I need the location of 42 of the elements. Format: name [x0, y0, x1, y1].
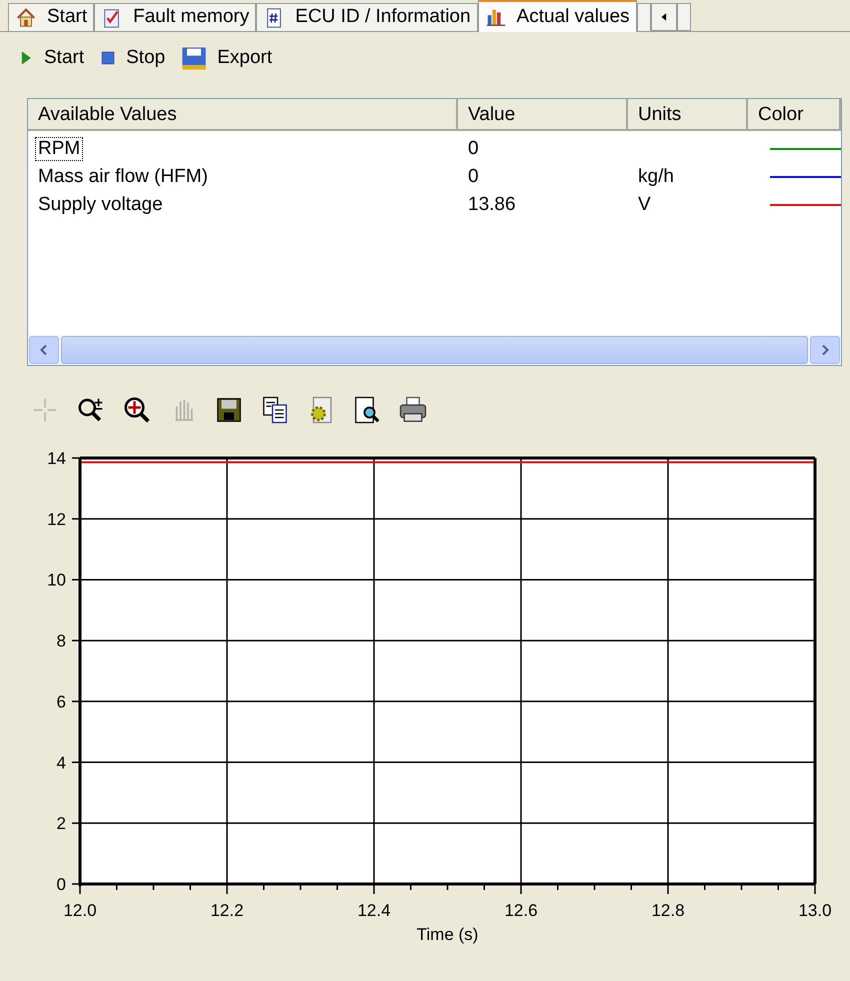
tab[interactable]: ECU ID / Information: [256, 3, 478, 31]
y-tick-label: 0: [56, 875, 66, 894]
x-tick-label: 12.0: [63, 901, 97, 920]
save-icon: [214, 395, 244, 425]
column-header[interactable]: Available Values: [28, 99, 458, 129]
toolbar-button[interactable]: Stop: [98, 44, 166, 72]
y-tick-label: 14: [47, 449, 66, 468]
tab[interactable]: Start: [8, 3, 94, 31]
house-icon: [15, 6, 37, 28]
y-tick-label: 8: [56, 632, 66, 651]
value-cell-text: 0: [467, 165, 480, 189]
scroll-left-button[interactable]: [650, 3, 677, 31]
units-cell-text: kg/h: [637, 165, 675, 189]
copy-icon: [260, 395, 290, 425]
printer-icon: [398, 395, 428, 425]
column-header[interactable]: Value: [458, 99, 628, 129]
y-tick-label: 12: [47, 510, 66, 529]
x-axis-label: Time (s): [416, 925, 478, 944]
tab[interactable]: Fault memory: [94, 3, 256, 31]
preview-icon: [352, 395, 382, 425]
x-tick-label: 12.4: [357, 901, 391, 920]
list-item[interactable]: Mass air flow (HFM): [36, 166, 210, 188]
y-tick-label: 6: [56, 692, 66, 712]
scrollbar-thumb[interactable]: [61, 336, 808, 364]
column-header[interactable]: Color: [748, 99, 841, 129]
column-header[interactable]: Units: [628, 99, 748, 129]
value-cell-text: 0: [467, 137, 480, 161]
zoom-icon: [122, 395, 152, 425]
tab[interactable]: Actual values: [478, 0, 637, 32]
value-cell-text: 13.86: [467, 193, 517, 217]
toolbar-button[interactable]: Export: [179, 44, 272, 72]
list-item[interactable]: RPM: [36, 138, 82, 160]
x-tick-label: 12.8: [651, 901, 685, 920]
x-tick-label: 12.2: [210, 901, 244, 920]
y-tick-label: 4: [56, 753, 66, 772]
y-tick-label: 2: [56, 814, 66, 834]
toolbar-button[interactable]: Start: [16, 44, 84, 72]
list-item[interactable]: Supply voltage: [36, 194, 165, 216]
units-cell-text: V: [637, 193, 652, 217]
y-tick-label: 10: [47, 570, 66, 590]
x-tick-label: 13.0: [798, 901, 832, 920]
x-tick-label: 12.6: [504, 901, 538, 920]
